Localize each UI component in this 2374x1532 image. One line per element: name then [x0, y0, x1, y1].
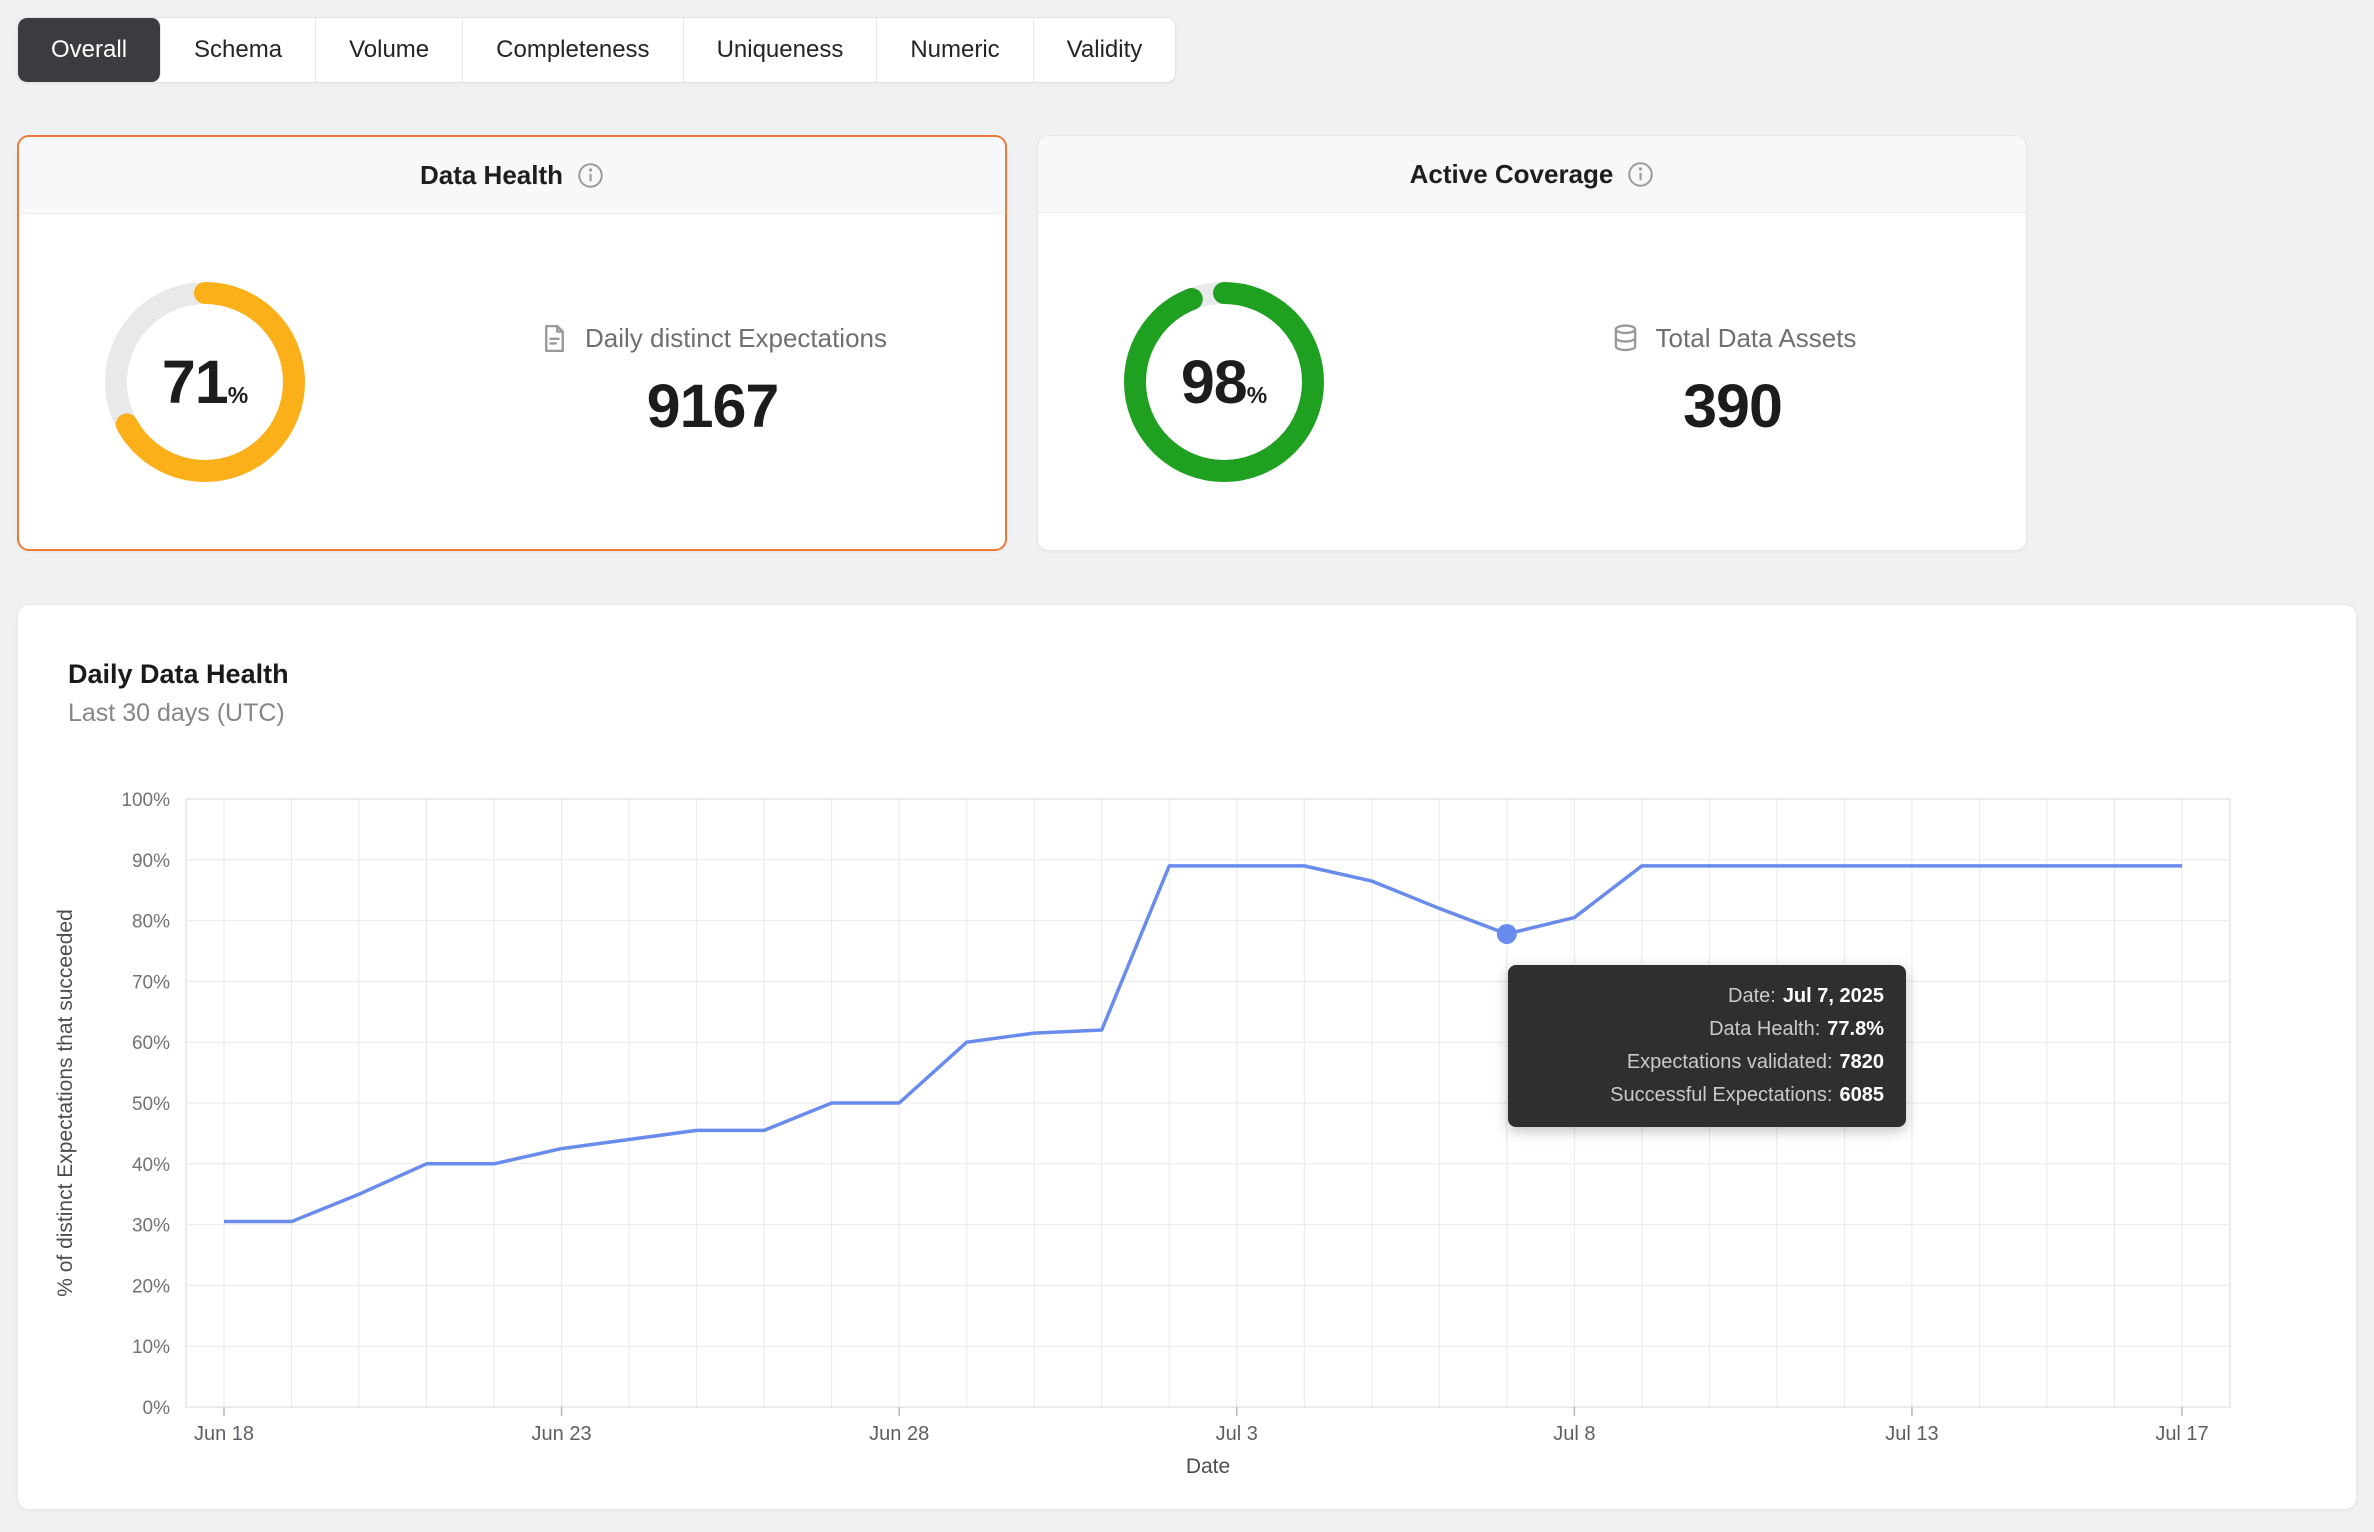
data-health-metric: Daily distinct Expectations 9167 — [305, 322, 1005, 441]
info-icon[interactable] — [577, 162, 604, 189]
tab-validity[interactable]: Validity — [1033, 18, 1176, 82]
tooltip-successful-row: Successful Expectations: 6085 — [1530, 1079, 1884, 1112]
summary-cards: Data Health 71 % Daily distinct Expectat… — [17, 135, 2357, 551]
data-health-card-title: Data Health — [419, 159, 564, 190]
active-coverage-metric: Total Data Assets 390 — [1324, 322, 2026, 441]
tab-schema[interactable]: Schema — [161, 18, 317, 82]
active-coverage-card-header: Active Coverage — [1038, 136, 2026, 213]
data-health-percent-unit: % — [227, 381, 249, 408]
active-coverage-percent: 98 — [1180, 347, 1248, 416]
svg-text:60%: 60% — [132, 1033, 170, 1054]
daily-data-health-panel: Daily Data Health Last 30 days (UTC) 0% 1… — [17, 604, 2357, 1510]
svg-text:100%: 100% — [121, 790, 170, 811]
data-health-metric-value: 9167 — [646, 372, 780, 440]
svg-text:40%: 40% — [132, 1155, 170, 1176]
tooltip-health-row: Data Health: 77.8% — [1530, 1013, 1884, 1046]
data-health-card-header: Data Health — [19, 137, 1005, 214]
tooltip-validated-label: Expectations validated: — [1626, 1051, 1833, 1073]
svg-text:Jul 17: Jul 17 — [2155, 1423, 2208, 1445]
svg-text:0%: 0% — [143, 1398, 171, 1419]
database-icon — [1609, 322, 1642, 355]
tab-uniqueness[interactable]: Uniqueness — [683, 18, 878, 82]
svg-text:Jun 18: Jun 18 — [194, 1423, 254, 1445]
y-gridlines — [186, 798, 2230, 1408]
chart-subtitle: Last 30 days (UTC) — [68, 699, 285, 727]
metric-tab-bar: Overall Schema Volume Completeness Uniquenes… — [17, 17, 1177, 83]
svg-text:30%: 30% — [132, 1216, 170, 1237]
tooltip-date-value: Jul 7, 2025 — [1782, 985, 1884, 1007]
data-health-gauge: 71 % — [105, 281, 305, 482]
data-health-metric-label: Daily distinct Expectations — [584, 323, 888, 353]
x-axis-title: Date — [1186, 1455, 1230, 1478]
tooltip-validated-value: 7820 — [1839, 1051, 1885, 1073]
svg-text:Jul 3: Jul 3 — [1216, 1423, 1258, 1445]
svg-text:Jun 23: Jun 23 — [532, 1423, 592, 1445]
svg-text:20%: 20% — [132, 1276, 170, 1297]
active-coverage-card-title: Active Coverage — [1409, 158, 1614, 189]
active-coverage-metric-label-row: Total Data Assets — [1609, 322, 1857, 355]
active-coverage-gauge: 98 % — [1124, 281, 1324, 482]
tab-numeric[interactable]: Numeric — [877, 18, 1034, 82]
highlight-point[interactable] — [1496, 923, 1517, 944]
svg-text:Jul 8: Jul 8 — [1553, 1423, 1595, 1445]
daily-data-health-chart[interactable]: 0%10%20%30%40%50%60%70%80%90%100%Jun 18 J… — [20, 783, 2320, 1483]
tooltip-successful-label: Successful Expectations: — [1610, 1084, 1833, 1106]
tab-volume[interactable]: Volume — [316, 18, 464, 82]
tooltip-health-label: Data Health: — [1709, 1018, 1821, 1040]
svg-text:10%: 10% — [132, 1337, 170, 1358]
svg-text:Jun 28: Jun 28 — [869, 1423, 929, 1445]
tab-overall[interactable]: Overall — [18, 18, 162, 82]
tooltip-health-value: 77.8% — [1827, 1018, 1884, 1040]
active-coverage-percent-unit: % — [1246, 381, 1268, 408]
chart-tooltip: Date: Jul 7, 2025 Data Health: 77.8% Expec… — [1508, 965, 1906, 1127]
svg-text:80%: 80% — [132, 912, 170, 933]
svg-text:90%: 90% — [132, 851, 170, 872]
tooltip-validated-row: Expectations validated: 7820 — [1530, 1046, 1884, 1079]
y-axis-labels: 0% 10% 20% 30% 40% 50% 60% 70% 80% 90% 100% — [121, 790, 170, 1419]
tooltip-date-row: Date: Jul 7, 2025 — [1530, 980, 1884, 1013]
info-icon[interactable] — [1627, 161, 1654, 188]
data-health-card-body: 71 % Daily distinct Expectations 9167 — [19, 214, 1005, 549]
tooltip-successful-value: 6085 — [1839, 1084, 1885, 1106]
tab-completeness[interactable]: Completeness — [463, 18, 684, 82]
data-health-card[interactable]: Data Health 71 % Daily distinct Expectat… — [17, 135, 1007, 551]
active-coverage-card[interactable]: Active Coverage 98 % Total Data Assets 3… — [1037, 135, 2027, 551]
data-health-percent: 71 — [161, 347, 229, 416]
active-coverage-metric-label: Total Data Assets — [1655, 323, 1857, 353]
active-coverage-metric-value: 390 — [1683, 372, 1783, 440]
tooltip-date-label: Date: — [1728, 985, 1776, 1007]
y-axis-title: % of distinct Expectations that succeede… — [54, 909, 77, 1297]
svg-text:50%: 50% — [132, 1094, 170, 1115]
active-coverage-gauge-label: 98 % — [1124, 282, 1324, 482]
svg-text:70%: 70% — [132, 972, 170, 993]
active-coverage-card-body: 98 % Total Data Assets 390 — [1038, 213, 2026, 550]
data-health-metric-label-row: Daily distinct Expectations — [538, 322, 887, 355]
data-health-gauge-label: 71 % — [105, 282, 305, 482]
chart-title: Daily Data Health — [68, 659, 289, 689]
x-axis-labels: Jun 18 Jun 23 Jun 28 Jul 3 Jul 8 Jul 13 Jul 17 — [194, 1407, 2209, 1445]
document-icon — [538, 322, 571, 355]
svg-text:Jul 13: Jul 13 — [1885, 1423, 1938, 1445]
